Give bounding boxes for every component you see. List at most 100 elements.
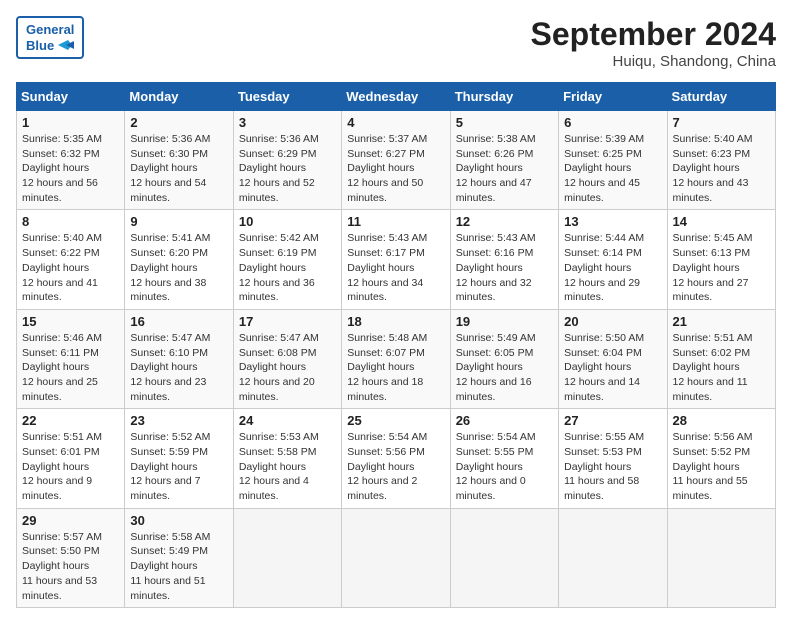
calendar-cell: 6 Sunrise: 5:39 AMSunset: 6:25 PMDaylight…	[559, 111, 667, 210]
day-info: Sunrise: 5:39 AMSunset: 6:25 PMDaylight …	[564, 132, 661, 205]
day-info: Sunrise: 5:54 AMSunset: 5:55 PMDaylight …	[456, 430, 553, 503]
calendar-week-4: 22 Sunrise: 5:51 AMSunset: 6:01 PMDayligh…	[17, 409, 776, 508]
calendar-cell	[233, 508, 341, 607]
day-number: 29	[22, 513, 119, 528]
calendar-cell	[450, 508, 558, 607]
day-info: Sunrise: 5:57 AMSunset: 5:50 PMDaylight …	[22, 530, 119, 603]
day-info: Sunrise: 5:56 AMSunset: 5:52 PMDaylight …	[673, 430, 770, 503]
day-info: Sunrise: 5:41 AMSunset: 6:20 PMDaylight …	[130, 231, 227, 304]
day-info: Sunrise: 5:35 AMSunset: 6:32 PMDaylight …	[22, 132, 119, 205]
day-info: Sunrise: 5:40 AMSunset: 6:22 PMDaylight …	[22, 231, 119, 304]
day-number: 18	[347, 314, 444, 329]
weekday-sunday: Sunday	[17, 83, 125, 111]
calendar-cell: 30 Sunrise: 5:58 AMSunset: 5:49 PMDayligh…	[125, 508, 233, 607]
calendar-cell: 20 Sunrise: 5:50 AMSunset: 6:04 PMDayligh…	[559, 309, 667, 408]
calendar-cell: 8 Sunrise: 5:40 AMSunset: 6:22 PMDaylight…	[17, 210, 125, 309]
day-info: Sunrise: 5:43 AMSunset: 6:17 PMDaylight …	[347, 231, 444, 304]
calendar-cell	[667, 508, 775, 607]
day-info: Sunrise: 5:46 AMSunset: 6:11 PMDaylight …	[22, 331, 119, 404]
logo-general: General	[26, 22, 74, 38]
page-header: General Blue General Blue September 2024…	[16, 16, 776, 70]
day-number: 28	[673, 413, 770, 428]
calendar-cell: 9Sunrise: 5:41 AMSunset: 6:20 PMDaylight…	[125, 210, 233, 309]
day-info: Sunrise: 5:36 AMSunset: 6:29 PMDaylight …	[239, 132, 336, 205]
day-number: 8	[22, 214, 119, 229]
calendar-cell: 5 Sunrise: 5:38 AMSunset: 6:26 PMDaylight…	[450, 111, 558, 210]
day-number: 24	[239, 413, 336, 428]
day-number: 6	[564, 115, 661, 130]
day-number: 14	[673, 214, 770, 229]
weekday-header-row: SundayMondayTuesdayWednesdayThursdayFrid…	[17, 83, 776, 111]
calendar-cell: 19Sunrise: 5:49 AMSunset: 6:05 PMDayligh…	[450, 309, 558, 408]
location: Huiqu, Shandong, China	[531, 53, 776, 70]
calendar-week-1: 1 Sunrise: 5:35 AMSunset: 6:32 PMDaylight…	[17, 111, 776, 210]
day-number: 20	[564, 314, 661, 329]
calendar-body: 1 Sunrise: 5:35 AMSunset: 6:32 PMDaylight…	[17, 111, 776, 608]
calendar-cell: 12 Sunrise: 5:43 AMSunset: 6:16 PMDayligh…	[450, 210, 558, 309]
day-number: 16	[130, 314, 227, 329]
day-info: Sunrise: 5:43 AMSunset: 6:16 PMDaylight …	[456, 231, 553, 304]
day-info: Sunrise: 5:47 AMSunset: 6:08 PMDaylight …	[239, 331, 336, 404]
day-number: 25	[347, 413, 444, 428]
day-info: Sunrise: 5:51 AMSunset: 6:02 PMDaylight …	[673, 331, 770, 404]
day-number: 19	[456, 314, 553, 329]
calendar-cell: 26 Sunrise: 5:54 AMSunset: 5:55 PMDayligh…	[450, 409, 558, 508]
day-info: Sunrise: 5:38 AMSunset: 6:26 PMDaylight …	[456, 132, 553, 205]
calendar-cell: 17 Sunrise: 5:47 AMSunset: 6:08 PMDayligh…	[233, 309, 341, 408]
logo-blue: Blue	[26, 38, 74, 54]
calendar-table: SundayMondayTuesdayWednesdayThursdayFrid…	[16, 82, 776, 608]
day-number: 1	[22, 115, 119, 130]
day-number: 10	[239, 214, 336, 229]
day-info: Sunrise: 5:37 AMSunset: 6:27 PMDaylight …	[347, 132, 444, 205]
calendar-cell: 23Sunrise: 5:52 AMSunset: 5:59 PMDayligh…	[125, 409, 233, 508]
day-info: Sunrise: 5:53 AMSunset: 5:58 PMDaylight …	[239, 430, 336, 503]
day-info: Sunrise: 5:54 AMSunset: 5:56 PMDaylight …	[347, 430, 444, 503]
day-number: 21	[673, 314, 770, 329]
logo-box: General Blue	[16, 16, 84, 59]
day-number: 27	[564, 413, 661, 428]
calendar-cell: 21 Sunrise: 5:51 AMSunset: 6:02 PMDayligh…	[667, 309, 775, 408]
day-info: Sunrise: 5:48 AMSunset: 6:07 PMDaylight …	[347, 331, 444, 404]
calendar-cell: 29 Sunrise: 5:57 AMSunset: 5:50 PMDayligh…	[17, 508, 125, 607]
day-number: 12	[456, 214, 553, 229]
calendar-cell	[559, 508, 667, 607]
day-info: Sunrise: 5:42 AMSunset: 6:19 PMDaylight …	[239, 231, 336, 304]
day-number: 13	[564, 214, 661, 229]
calendar-cell: 22 Sunrise: 5:51 AMSunset: 6:01 PMDayligh…	[17, 409, 125, 508]
calendar-cell: 2Sunrise: 5:36 AMSunset: 6:30 PMDaylight…	[125, 111, 233, 210]
calendar-cell: 10 Sunrise: 5:42 AMSunset: 6:19 PMDayligh…	[233, 210, 341, 309]
calendar-cell: 24 Sunrise: 5:53 AMSunset: 5:58 PMDayligh…	[233, 409, 341, 508]
day-number: 4	[347, 115, 444, 130]
day-info: Sunrise: 5:36 AMSunset: 6:30 PMDaylight …	[130, 132, 227, 205]
calendar-week-3: 15Sunrise: 5:46 AMSunset: 6:11 PMDayligh…	[17, 309, 776, 408]
day-info: Sunrise: 5:47 AMSunset: 6:10 PMDaylight …	[130, 331, 227, 404]
weekday-tuesday: Tuesday	[233, 83, 341, 111]
calendar-cell	[342, 508, 450, 607]
weekday-thursday: Thursday	[450, 83, 558, 111]
day-number: 5	[456, 115, 553, 130]
calendar-cell: 1 Sunrise: 5:35 AMSunset: 6:32 PMDaylight…	[17, 111, 125, 210]
calendar-cell: 4 Sunrise: 5:37 AMSunset: 6:27 PMDaylight…	[342, 111, 450, 210]
month-title: September 2024	[531, 16, 776, 53]
day-number: 22	[22, 413, 119, 428]
day-info: Sunrise: 5:45 AMSunset: 6:13 PMDaylight …	[673, 231, 770, 304]
day-info: Sunrise: 5:58 AMSunset: 5:49 PMDaylight …	[130, 530, 227, 603]
logo-arrow-icon	[56, 39, 74, 51]
day-number: 11	[347, 214, 444, 229]
day-info: Sunrise: 5:51 AMSunset: 6:01 PMDaylight …	[22, 430, 119, 503]
day-info: Sunrise: 5:50 AMSunset: 6:04 PMDaylight …	[564, 331, 661, 404]
calendar-cell: 13Sunrise: 5:44 AMSunset: 6:14 PMDayligh…	[559, 210, 667, 309]
calendar-cell: 27 Sunrise: 5:55 AMSunset: 5:53 PMDayligh…	[559, 409, 667, 508]
day-number: 17	[239, 314, 336, 329]
title-block: September 2024 Huiqu, Shandong, China	[531, 16, 776, 70]
day-info: Sunrise: 5:55 AMSunset: 5:53 PMDaylight …	[564, 430, 661, 503]
day-number: 23	[130, 413, 227, 428]
weekday-monday: Monday	[125, 83, 233, 111]
day-number: 30	[130, 513, 227, 528]
weekday-saturday: Saturday	[667, 83, 775, 111]
day-number: 7	[673, 115, 770, 130]
day-number: 26	[456, 413, 553, 428]
weekday-friday: Friday	[559, 83, 667, 111]
calendar-cell: 14 Sunrise: 5:45 AMSunset: 6:13 PMDayligh…	[667, 210, 775, 309]
calendar-cell: 3Sunrise: 5:36 AMSunset: 6:29 PMDaylight…	[233, 111, 341, 210]
